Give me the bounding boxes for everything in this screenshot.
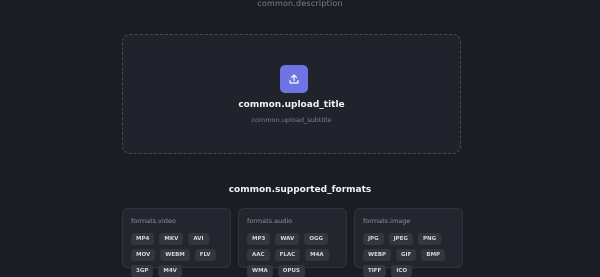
format-chip: WMA <box>247 265 273 277</box>
format-chip: PNG <box>417 233 442 245</box>
format-chip: BMP <box>421 249 446 261</box>
format-card-video: formats.video MP4 MKV AVI MOV WEBM FLV 3… <box>122 208 231 277</box>
format-chip: M4V <box>158 265 182 277</box>
format-chip: JPG <box>363 233 384 245</box>
format-card-label: formats.image <box>363 217 411 225</box>
format-chip: OPUS <box>277 265 305 277</box>
format-card-label: formats.audio <box>247 217 293 225</box>
format-chip: WAV <box>275 233 300 245</box>
format-chip: M4A <box>305 249 329 261</box>
format-card-audio: formats.audio MP3 WAV OGG AAC FLAC M4A W… <box>238 208 347 277</box>
supported-formats-title: common.supported_formats <box>228 185 372 195</box>
format-chip: FLAC <box>274 249 301 261</box>
upload-icon[interactable] <box>280 65 308 93</box>
format-card-image: formats.image JPG JPEG PNG WEBP GIF BMP … <box>354 208 463 277</box>
format-chip: TIFF <box>363 265 387 277</box>
format-chip: GIF <box>396 249 417 261</box>
format-chip: 3GP <box>131 265 154 277</box>
upload-title: common.upload_title <box>238 100 345 110</box>
format-chip: WEBM <box>160 249 190 261</box>
format-chip: AAC <box>247 249 270 261</box>
format-chip: MP4 <box>131 233 155 245</box>
upload-subtitle: common.upload_subtitle <box>251 116 332 124</box>
format-chip: MKV <box>159 233 184 245</box>
format-card-label: formats.video <box>131 217 176 225</box>
format-chip: JPEG <box>388 233 413 245</box>
format-chip: OGG <box>304 233 329 245</box>
upload-dropzone[interactable]: common.upload_title common.upload_subtit… <box>122 34 461 154</box>
format-chip: ICO <box>391 265 413 277</box>
page-description: common.description <box>257 0 343 8</box>
format-chip: MP3 <box>247 233 271 245</box>
format-chip: WEBP <box>363 249 392 261</box>
format-chip: FLV <box>194 249 216 261</box>
format-chip: AVI <box>188 233 209 245</box>
format-chip: MOV <box>131 249 156 261</box>
